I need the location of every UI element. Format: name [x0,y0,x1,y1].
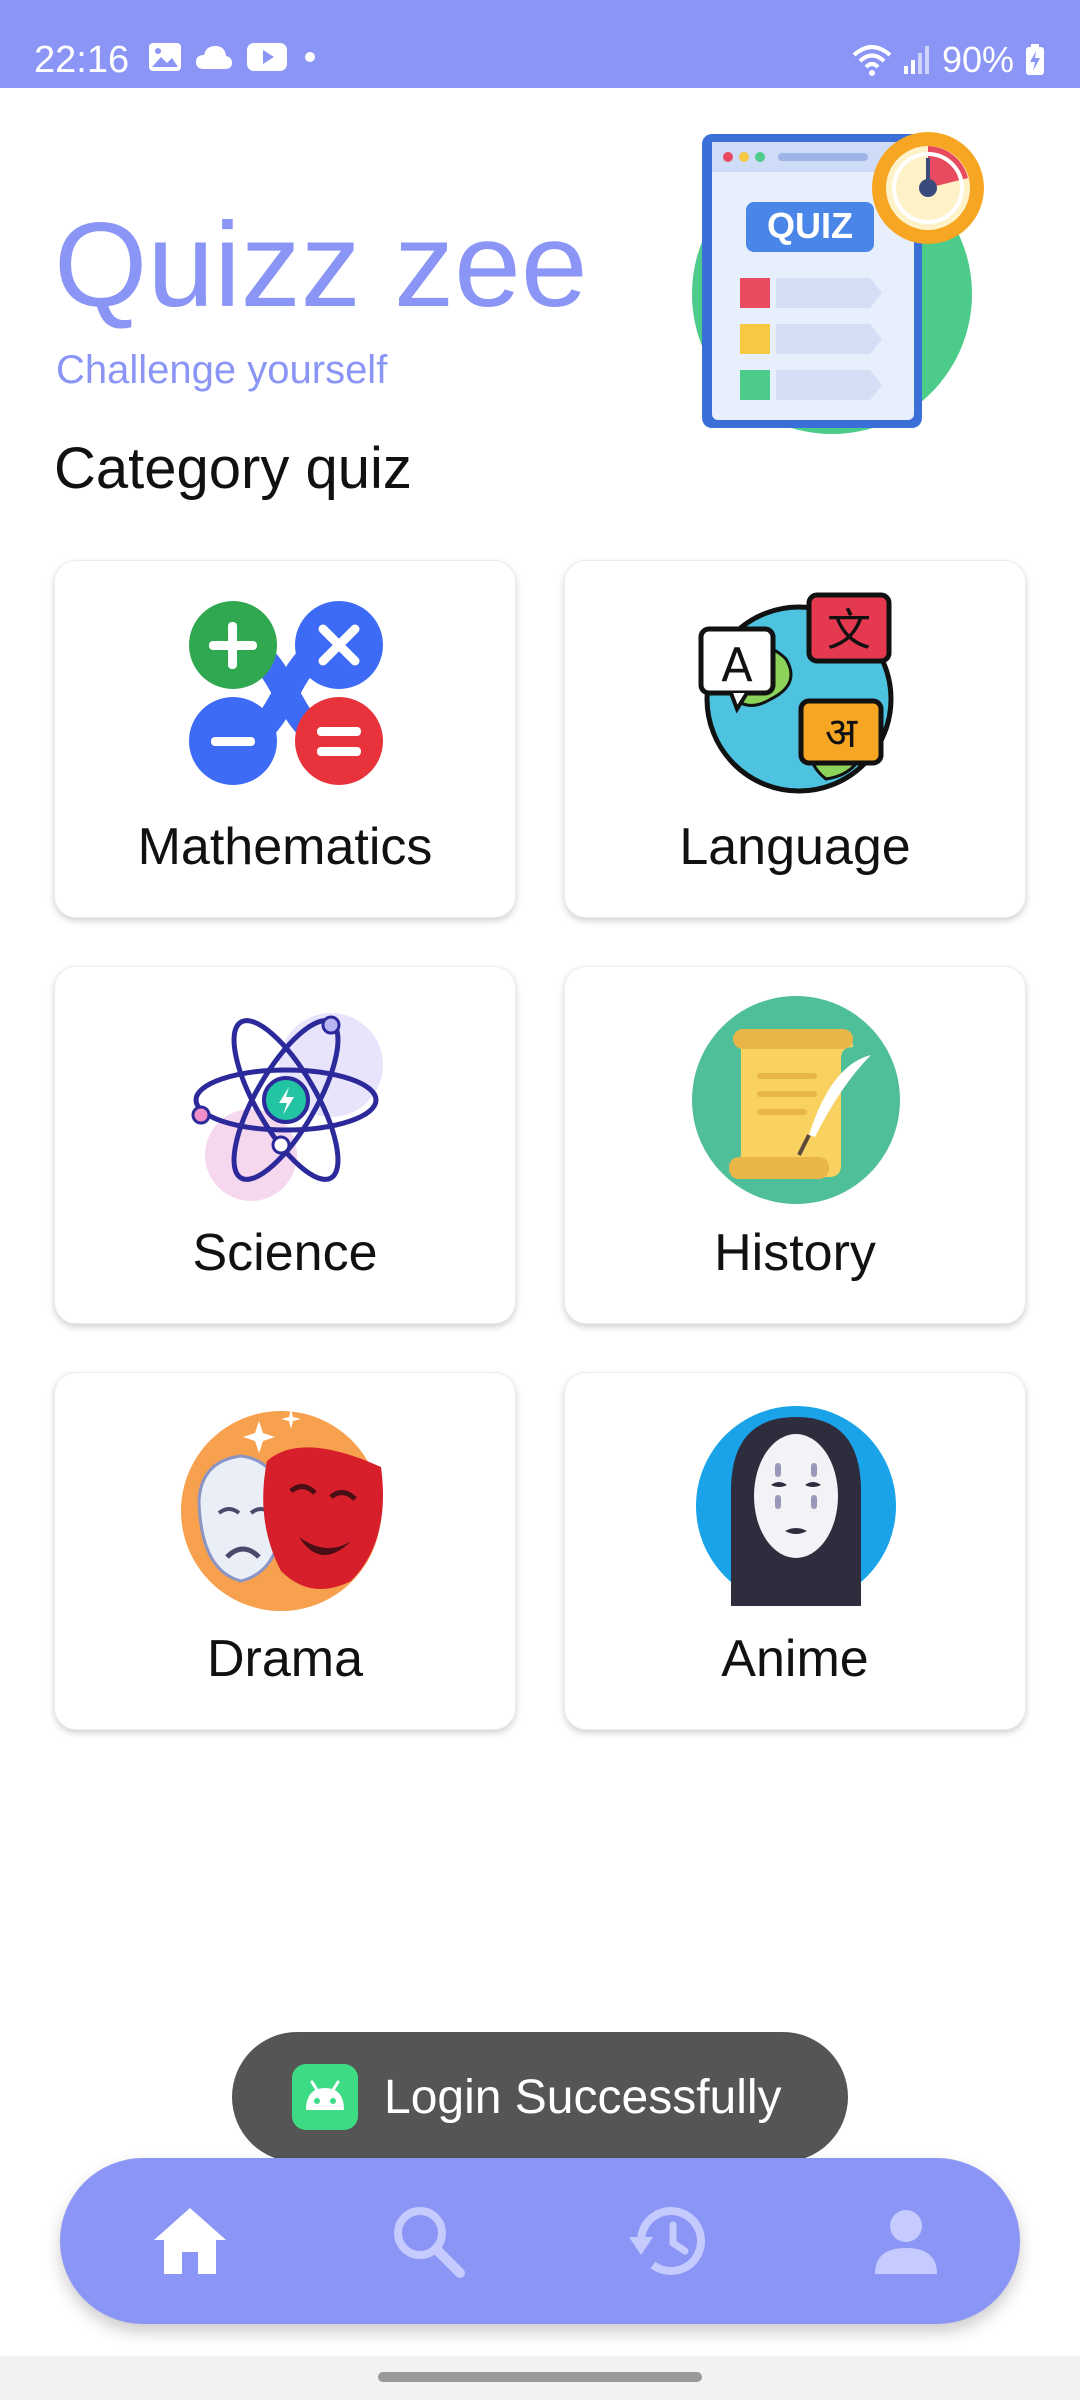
no-face-icon [696,1406,896,1606]
nav-history[interactable] [620,2193,716,2289]
category-card-anime[interactable]: Anime [564,1372,1026,1730]
category-card-language[interactable]: A 文 अ Language [564,560,1026,918]
quiz-hero-illustration: QUIZ [692,132,984,434]
wifi-icon [852,45,892,76]
category-label: Language [679,818,911,876]
scroll-quill-icon [692,996,900,1204]
app-subtitle: Challenge yourself [56,348,388,392]
toast: Login Successfully [232,2032,848,2162]
atom-icon [191,1013,383,1201]
category-label: History [714,1224,876,1282]
search-icon [394,2207,465,2278]
category-card-mathematics[interactable]: Mathematics [54,560,516,918]
category-label: Drama [206,1630,364,1688]
category-label: Mathematics [137,818,433,876]
status-time: 22:16 [34,39,130,81]
category-label: Science [192,1224,378,1282]
nav-search[interactable] [380,2193,476,2289]
hero-quiz-label: QUIZ [767,205,853,246]
section-title: Category quiz [54,436,412,501]
language-globe-icon: A 文 अ [698,592,894,794]
signal-icon [903,46,929,74]
category-label: Anime [721,1630,869,1688]
bottom-navigation [60,2158,1020,2324]
android-icon [292,2064,358,2130]
battery-charging-icon [1026,44,1044,75]
youtube-icon [247,43,287,71]
glyph-hindi: अ [825,708,858,757]
toast-message: Login Successfully [384,2070,782,2124]
gallery-icon [149,43,181,71]
gesture-navigation-bar [0,2356,1080,2400]
glyph-chinese: 文 [827,605,871,656]
nav-home[interactable] [142,2193,238,2289]
status-right: 90% [852,38,1046,82]
category-card-science[interactable]: Science [54,966,516,1324]
status-icons-left [148,42,320,72]
status-bar: 22:16 90% [0,0,1080,88]
home-gesture-handle[interactable] [378,2372,702,2382]
dot-icon [305,52,315,62]
home-icon [154,2208,226,2274]
category-card-drama[interactable]: Drama [54,1372,516,1730]
app-title: Quizz zee [54,198,588,332]
theater-masks-icon [181,1409,383,1611]
battery-percent: 90% [941,39,1014,80]
category-card-history[interactable]: History [564,966,1026,1324]
math-operators-icon [189,601,383,785]
history-icon [629,2207,705,2275]
nav-profile[interactable] [858,2193,954,2289]
glyph-latin: A [721,638,753,692]
cloud-icon [196,46,232,69]
profile-icon [875,2210,937,2274]
